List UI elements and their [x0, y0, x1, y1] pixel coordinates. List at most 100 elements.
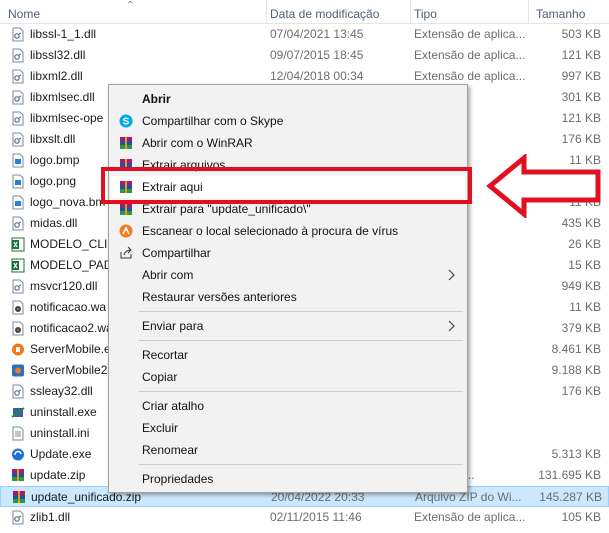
file-name: libssl32.dll: [30, 48, 86, 62]
menu-item[interactable]: S Compartilhar com o Skype: [111, 110, 465, 132]
file-size: 8.461 KB: [551, 342, 601, 356]
menu-item-label: Copiar: [142, 370, 178, 384]
file-date: 02/11/2015 11:46: [270, 510, 362, 524]
dll-icon: [11, 132, 25, 147]
menu-separator: [139, 311, 463, 312]
menu-item[interactable]: Escanear o local selecionado à procura d…: [111, 220, 465, 242]
file-name: libssl-1_1.dll: [30, 27, 97, 41]
winrar-icon: [12, 490, 26, 505]
column-size-label: Tamanho: [536, 7, 586, 21]
skype-icon: S: [119, 114, 133, 128]
menu-separator: [139, 391, 463, 392]
file-size: 15 KB: [568, 258, 601, 272]
menu-item[interactable]: Propriedades: [111, 468, 465, 490]
menu-item-label: Abrir com o WinRAR: [142, 136, 253, 150]
file-size: 503 KB: [561, 27, 601, 41]
dll-icon: [11, 279, 25, 294]
dll-icon: [11, 216, 25, 231]
context-menu: Abrir S Compartilhar com o Skype Abrir com …: [108, 84, 468, 493]
menu-item[interactable]: Restaurar versões anteriores: [111, 286, 465, 308]
menu-item[interactable]: Abrir com o WinRAR: [111, 132, 465, 154]
winrar-icon: [119, 136, 133, 150]
menu-item[interactable]: Renomear: [111, 439, 465, 461]
dll-icon: [11, 69, 25, 84]
file-size: 949 KB: [561, 279, 601, 293]
file-type: Extensão de aplica...: [414, 48, 526, 62]
column-date-label: Data de modificação: [270, 7, 380, 21]
menu-item[interactable]: Compartilhar: [111, 242, 465, 264]
dll-icon: [11, 111, 25, 126]
audio-icon: [11, 321, 25, 336]
file-type: Extensão de aplica...: [414, 510, 526, 524]
winrar-icon: [119, 202, 133, 216]
file-size: 379 KB: [561, 321, 601, 335]
chevron-right-icon: [448, 269, 455, 281]
annotation-highlight-box: [101, 167, 472, 204]
menu-item-label: Propriedades: [142, 472, 214, 486]
column-size[interactable]: Tamanho: [528, 0, 609, 24]
table-row[interactable]: libssl-1_1.dll 07/04/2021 13:45 Extensão d…: [0, 24, 609, 45]
column-name[interactable]: Nome ⌃: [0, 0, 266, 24]
menu-item-label: Criar atalho: [142, 399, 205, 413]
column-name-label: Nome: [8, 7, 41, 21]
svg-text:S: S: [123, 117, 130, 128]
menu-item-label: Enviar para: [142, 319, 204, 333]
file-size: 176 KB: [561, 132, 601, 146]
file-size: 145.287 KB: [539, 490, 602, 504]
file-size: 105 KB: [561, 510, 601, 524]
file-name: zlib1.dll: [30, 510, 71, 524]
audio-icon: [11, 300, 25, 315]
column-type-label: Tipo: [414, 7, 437, 21]
avast-icon: [119, 224, 133, 238]
table-row[interactable]: zlib1.dll 02/11/2015 11:46 Extensão de apl…: [0, 507, 609, 528]
menu-item[interactable]: Enviar para: [111, 315, 465, 337]
menu-item[interactable]: Abrir: [111, 88, 465, 110]
file-size: 26 KB: [568, 237, 601, 251]
file-size: 131.695 KB: [538, 468, 601, 482]
file-size: 9.188 KB: [551, 363, 601, 377]
file-size: 997 KB: [561, 69, 601, 83]
sort-up-icon: ⌃: [126, 0, 135, 11]
app-blue-icon: [11, 363, 25, 378]
chevron-right-icon: [448, 320, 455, 332]
dll-icon: [11, 510, 25, 525]
file-date: 09/07/2015 18:45: [270, 48, 364, 62]
file-size: 11 KB: [569, 300, 601, 314]
menu-item-label: Abrir com: [142, 268, 194, 282]
update-icon: [11, 447, 25, 462]
file-type: Extensão de aplica...: [414, 27, 526, 41]
menu-item[interactable]: Criar atalho: [111, 395, 465, 417]
dll-icon: [11, 48, 25, 63]
winrar-icon: [11, 468, 25, 483]
dll-icon: [11, 27, 25, 42]
image-icon: [11, 195, 25, 210]
menu-item-label: Escanear o local selecionado à procura d…: [142, 224, 399, 238]
menu-item[interactable]: Copiar: [111, 366, 465, 388]
column-header: Nome ⌃ Data de modificação Tipo Tamanho: [0, 0, 609, 24]
table-row[interactable]: libssl32.dll 09/07/2015 18:45 Extensão de …: [0, 45, 609, 66]
file-size: 121 KB: [561, 48, 601, 62]
menu-item[interactable]: Abrir com: [111, 264, 465, 286]
column-date[interactable]: Data de modificação: [266, 0, 410, 24]
excel-icon: [11, 258, 25, 273]
file-date: 07/04/2021 13:45: [270, 27, 364, 41]
column-type[interactable]: Tipo: [410, 0, 528, 24]
menu-separator: [139, 340, 463, 341]
image-icon: [11, 153, 25, 168]
uninstall-icon: [11, 405, 25, 420]
menu-item-label: Compartilhar com o Skype: [142, 114, 284, 128]
file-size: 301 KB: [561, 90, 601, 104]
dll-icon: [11, 384, 25, 399]
menu-separator: [139, 464, 463, 465]
menu-item-label: Abrir: [142, 92, 171, 106]
menu-item-label: Compartilhar: [142, 246, 211, 260]
file-size: 176 KB: [561, 384, 601, 398]
menu-item[interactable]: Recortar: [111, 344, 465, 366]
menu-item-label: Recortar: [142, 348, 189, 362]
menu-item[interactable]: Excluir: [111, 417, 465, 439]
ini-icon: [11, 426, 25, 441]
file-size: [530, 423, 601, 444]
excel-icon: [11, 237, 25, 252]
dll-icon: [11, 90, 25, 105]
annotation-arrow-icon: [486, 154, 601, 218]
